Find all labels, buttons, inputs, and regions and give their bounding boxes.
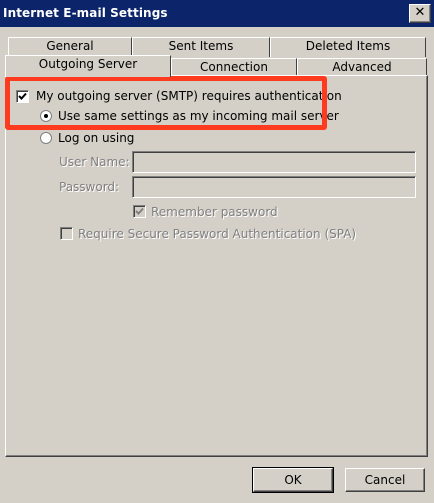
close-button[interactable]: ✕ bbox=[409, 4, 431, 23]
requires-auth-checkbox[interactable] bbox=[16, 90, 29, 103]
requires-auth-label: My outgoing server (SMTP) requires authe… bbox=[36, 89, 342, 103]
ok-button-label: OK bbox=[284, 473, 302, 487]
ok-button[interactable]: OK bbox=[252, 467, 334, 493]
password-label: Password: bbox=[59, 180, 120, 194]
tab-label: Advanced bbox=[332, 60, 392, 74]
tab-connection[interactable]: Connection bbox=[171, 58, 297, 76]
tab-general[interactable]: General bbox=[8, 37, 132, 57]
tab-label: Sent Items bbox=[168, 39, 234, 53]
log-on-using-label: Log on using bbox=[58, 131, 135, 145]
tab-outgoing-server[interactable]: Outgoing Server bbox=[5, 55, 171, 77]
window-title: Internet E-mail Settings bbox=[3, 6, 168, 20]
password-field[interactable] bbox=[132, 176, 416, 198]
close-icon: ✕ bbox=[414, 5, 426, 20]
tab-label: General bbox=[46, 39, 94, 53]
tab-sent-items[interactable]: Sent Items bbox=[132, 37, 270, 57]
tab-label: Outgoing Server bbox=[38, 57, 138, 71]
log-on-using-radio[interactable] bbox=[40, 132, 52, 144]
title-bar: Internet E-mail Settings ✕ bbox=[0, 0, 434, 27]
tab-label: Deleted Items bbox=[305, 39, 391, 53]
remember-password-label: Remember password bbox=[151, 205, 278, 219]
tab-advanced[interactable]: Advanced bbox=[297, 58, 427, 76]
checkmark-icon bbox=[135, 207, 144, 215]
use-same-settings-label: Use same settings as my incoming mail se… bbox=[58, 109, 339, 123]
spa-label: Require Secure Password Authentication (… bbox=[78, 227, 357, 241]
tab-deleted-items[interactable]: Deleted Items bbox=[270, 37, 426, 57]
radio-dot-icon bbox=[44, 114, 48, 118]
spa-checkbox[interactable] bbox=[60, 227, 73, 240]
checkmark-icon bbox=[18, 92, 27, 100]
tab-label: Connection bbox=[200, 60, 268, 74]
cancel-button[interactable]: Cancel bbox=[345, 468, 425, 492]
user-name-label: User Name: bbox=[59, 155, 130, 169]
remember-password-checkbox[interactable] bbox=[133, 205, 146, 218]
user-name-field[interactable] bbox=[132, 151, 416, 173]
use-same-settings-radio[interactable] bbox=[40, 110, 52, 122]
cancel-button-label: Cancel bbox=[364, 473, 406, 487]
